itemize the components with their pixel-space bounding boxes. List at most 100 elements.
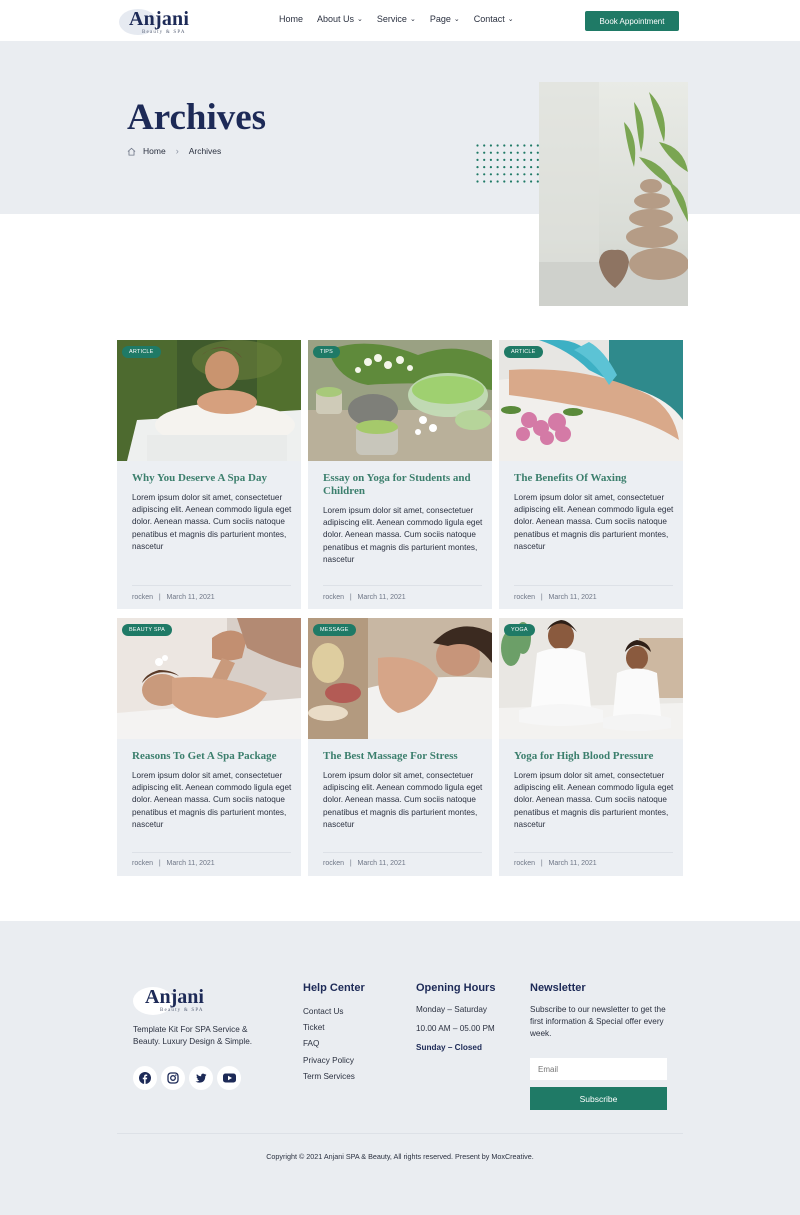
post-author[interactable]: rocken [514,860,535,867]
post-date[interactable]: March 11, 2021 [167,860,215,867]
footer-link-privacy-policy[interactable]: Privacy Policy [303,1056,355,1072]
post-image-spa-package[interactable] [117,618,301,739]
page-title: Archives [127,97,267,138]
chevron-down-icon: ⌄ [453,16,460,23]
post-title[interactable]: The Benefits Of Waxing [514,472,674,485]
post-title[interactable]: Why You Deserve A Spa Day [132,472,292,485]
footer-link-contact-us[interactable]: Contact Us [303,1007,355,1023]
subscribe-button[interactable]: Subscribe [530,1087,667,1110]
post-image-yoga-essay[interactable] [308,340,492,461]
post-author[interactable]: rocken [323,860,344,867]
footer-link-ticket[interactable]: Ticket [303,1023,355,1039]
breadcrumb-current: Archives [188,146,222,156]
email-field[interactable] [530,1058,667,1080]
post-meta: rocken | March 11, 2021 [323,594,406,601]
nav-label: Service [376,14,407,24]
footer-divider [117,1133,683,1134]
meta-separator: | [154,594,165,601]
post-date[interactable]: March 11, 2021 [358,594,406,601]
main-nav: Home About Us ⌄ Service ⌄ Page ⌄ Contact ⌄ [279,14,528,24]
category-badge[interactable]: YOGA [504,624,535,636]
hero-stones-image [539,82,688,306]
footer-logo[interactable]: Anjani Beauty & SPA [133,984,223,1016]
meta-separator: | [536,594,547,601]
meta-separator: | [345,594,356,601]
post-date[interactable]: March 11, 2021 [167,594,215,601]
breadcrumb: Home › Archives [127,146,221,156]
logo-subtitle: Beauty & SPA [160,1008,204,1013]
logo-name: Anjani [145,986,204,1008]
post-meta: rocken | March 11, 2021 [514,860,597,867]
post-author[interactable]: rocken [323,594,344,601]
category-badge[interactable]: ARTICLE [504,346,543,358]
breadcrumb-home-link[interactable]: Home [143,146,166,156]
post-date[interactable]: March 11, 2021 [358,860,406,867]
chevron-down-icon: ⌄ [409,16,416,23]
post-image-massage-stress[interactable] [308,618,492,739]
post-card[interactable]: YOGA Yoga for High Blood Pressure Lorem … [499,618,683,876]
post-excerpt: Lorem ipsum dolor sit amet, consectetuer… [132,493,292,551]
post-card[interactable]: BEAUTY SPA Reasons To Get A Spa Package … [117,618,301,876]
post-title[interactable]: Yoga for High Blood Pressure [514,750,674,763]
post-date[interactable]: March 11, 2021 [549,594,597,601]
post-card[interactable]: MESSAGE The Best Massage For Stress Lore… [308,618,492,876]
footer-link-term-services[interactable]: Term Services [303,1072,355,1088]
chevron-right-icon: › [175,146,179,156]
opening-hours: Monday – Saturday 10.00 AM – 05.00 PM Su… [416,1005,495,1062]
post-excerpt: Lorem ipsum dolor sit amet, consectetuer… [323,506,483,564]
post-image-spa-day[interactable] [117,340,301,461]
twitter-icon[interactable] [189,1066,213,1090]
nav-item-about-us[interactable]: About Us ⌄ [317,14,363,24]
nav-item-contact[interactable]: Contact ⌄ [474,14,514,24]
instagram-icon[interactable] [161,1066,185,1090]
book-appointment-button[interactable]: Book Appointment [585,11,679,31]
post-card[interactable]: ARTICLE Why You Deserve A Spa Day Lorem … [117,340,301,609]
newsletter-description: Subscribe to our newsletter to get the f… [530,1005,666,1039]
footer-tagline: Template Kit For SPA Service & Beauty. L… [133,1025,253,1046]
category-badge[interactable]: TIPS [313,346,341,358]
post-author[interactable]: rocken [132,594,153,601]
newsletter-heading: Newsletter [530,982,586,994]
card-divider [323,585,482,586]
category-badge[interactable]: ARTICLE [122,346,161,358]
post-card[interactable]: ARTICLE The Benefits Of Waxing Lorem ips… [499,340,683,609]
post-excerpt: Lorem ipsum dolor sit amet, consectetuer… [323,771,483,829]
chevron-down-icon: ⌄ [357,16,363,23]
home-icon [127,147,136,156]
hours-days: Monday – Saturday [416,1005,488,1014]
meta-separator: | [536,860,547,867]
post-image-waxing[interactable] [499,340,683,461]
post-date[interactable]: March 11, 2021 [549,860,597,867]
category-badge[interactable]: MESSAGE [313,624,356,636]
nav-label: Page [429,14,451,24]
card-divider [132,852,291,853]
nav-label: Home [279,14,304,24]
meta-separator: | [345,860,356,867]
post-meta: rocken | March 11, 2021 [132,594,215,601]
post-author[interactable]: rocken [514,594,535,601]
post-title[interactable]: Reasons To Get A Spa Package [132,750,292,763]
copyright-text: Copyright © 2021 Anjani SPA & Beauty, Al… [266,1152,534,1161]
card-divider [514,585,673,586]
post-author[interactable]: rocken [132,860,153,867]
youtube-icon[interactable] [217,1066,241,1090]
post-meta: rocken | March 11, 2021 [132,860,215,867]
post-meta: rocken | March 11, 2021 [323,860,406,867]
post-card[interactable]: TIPS Essay on Yoga for Students and Chil… [308,340,492,609]
facebook-icon[interactable] [133,1066,157,1090]
nav-item-page[interactable]: Page ⌄ [430,14,460,24]
post-title[interactable]: The Best Massage For Stress [323,750,483,763]
nav-item-home[interactable]: Home [279,14,303,24]
nav-label: About Us [317,14,355,24]
hours-time: 10.00 AM – 05.00 PM [416,1024,495,1033]
nav-label: Contact [473,14,505,24]
footer-link-faq[interactable]: FAQ [303,1039,355,1055]
help-center-links: Contact Us Ticket FAQ Privacy Policy Ter… [303,1007,355,1088]
logo[interactable]: Anjani Beauty & SPA [117,6,197,36]
post-excerpt: Lorem ipsum dolor sit amet, consectetuer… [132,771,292,829]
nav-item-service[interactable]: Service ⌄ [377,14,416,24]
category-badge[interactable]: BEAUTY SPA [122,624,173,636]
post-title[interactable]: Essay on Yoga for Students and Children [323,472,483,498]
site-footer [0,921,800,1215]
post-image-yoga-blood-pressure[interactable] [499,618,683,739]
